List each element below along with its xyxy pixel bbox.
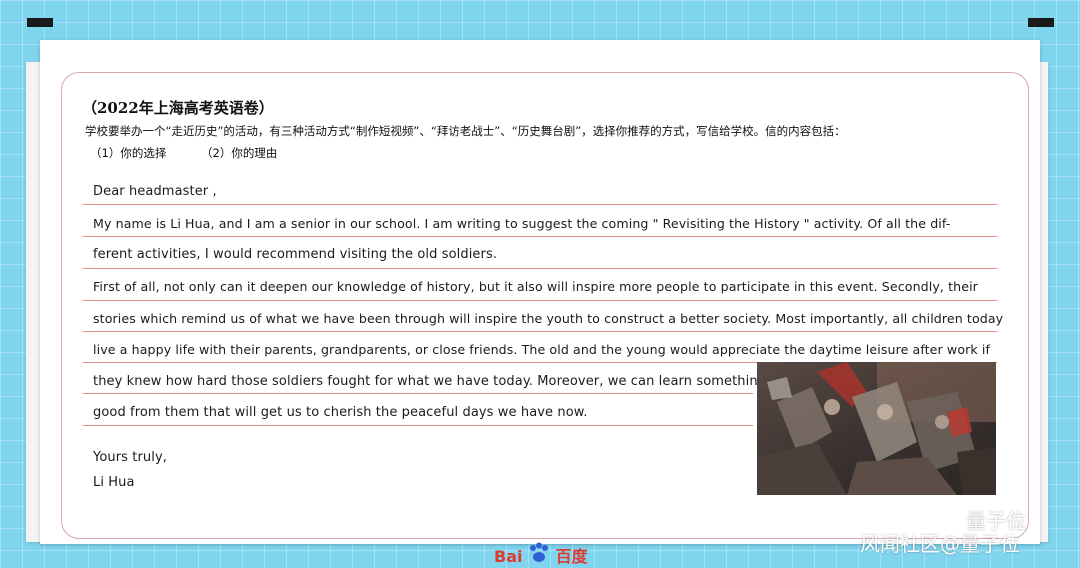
letter-line: ferent activities, I would recommend vis… (93, 247, 498, 262)
letter-line: stories which remind us of what we have … (93, 311, 1004, 326)
letter-greeting: Dear headmaster , (93, 184, 217, 199)
ruled-line (83, 268, 997, 269)
option-reason: （2）你的理由 (201, 146, 278, 160)
baidu-logo-text: Bai (494, 547, 523, 566)
baidu-logo-text-cn: 百度 (555, 547, 588, 566)
exam-title: （2022年上海高考英语卷） (82, 99, 274, 117)
letter-line: live a happy life with their parents, gr… (93, 342, 991, 357)
ruled-line (83, 331, 997, 332)
letter-line: First of all, not only can it deepen our… (93, 279, 978, 294)
baidu-paw-icon (528, 542, 550, 568)
ruled-line (83, 393, 753, 394)
task-prompt: 学校要举办一个“走近历史”的活动，有三种活动方式“制作短视频”、“拜访老战士”、… (85, 124, 846, 138)
letter-line: My name is Li Hua, and I am a senior in … (93, 216, 951, 231)
watermark-source: 风闻社区@量子位 (860, 532, 1020, 556)
soldiers-painting-graphic (757, 362, 996, 495)
letter-line: they knew how hard those soldiers fought… (93, 374, 767, 389)
top-left-tab (27, 18, 53, 27)
ruled-line (83, 236, 997, 237)
option-choice: （1）你的选择 (90, 146, 167, 160)
letter-line: good from them that will get us to cheri… (93, 405, 588, 420)
ruled-line (83, 425, 753, 426)
top-right-tab (1028, 18, 1054, 27)
letter-closing: Yours truly, (93, 450, 167, 465)
ruled-line (83, 300, 997, 301)
letter-signature: Li Hua (93, 475, 135, 490)
ruled-line (83, 204, 997, 205)
soldiers-painting (757, 362, 996, 495)
